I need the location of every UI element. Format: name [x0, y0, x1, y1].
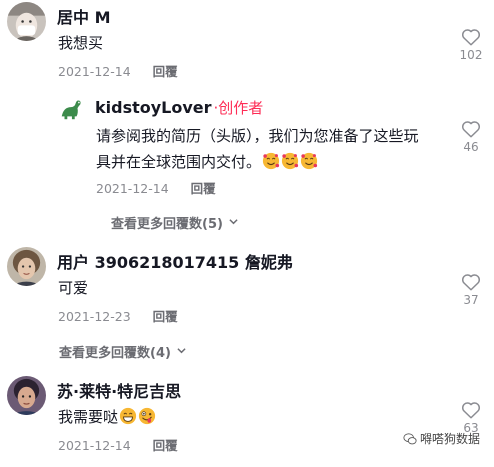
- username[interactable]: 苏·莱特·特尼吉思: [57, 378, 181, 402]
- username[interactable]: 居中 M: [57, 4, 111, 28]
- avatar[interactable]: [7, 247, 46, 286]
- reply-button[interactable]: 回覆: [153, 309, 178, 324]
- comment-meta: 2021-12-14 回覆: [96, 178, 216, 197]
- comment-meta: 2021-12-23 回覆: [58, 306, 178, 325]
- heart-icon: [461, 121, 481, 138]
- reply-button[interactable]: 回覆: [153, 64, 178, 79]
- comment-date: 2021-12-14: [96, 181, 169, 196]
- like-button[interactable]: 37: [458, 273, 484, 307]
- view-more-replies-button[interactable]: 查看更多回覆数(5): [111, 213, 238, 232]
- comment-text: 我想买: [58, 34, 104, 52]
- avatar[interactable]: [7, 376, 46, 415]
- reply-button[interactable]: 回覆: [191, 181, 216, 196]
- comment-date: 2021-12-14: [58, 438, 131, 453]
- like-count: 37: [463, 293, 479, 307]
- username[interactable]: kidstoyLover ·创作者: [95, 97, 263, 118]
- smiling-hearts-emoji: [281, 152, 299, 170]
- comment-text: 我需要哒: [58, 404, 156, 430]
- comment-meta: 2021-12-14 回覆: [58, 435, 178, 454]
- comment-meta: 2021-12-14 回覆: [58, 61, 178, 80]
- like-count: 102: [459, 48, 483, 62]
- chevron-down-icon: [177, 348, 186, 354]
- smiling-hearts-emoji: [300, 152, 318, 170]
- username[interactable]: 用户 3906218017415 詹妮弗: [57, 249, 293, 273]
- chevron-down-icon: [229, 219, 238, 225]
- reply-button[interactable]: 回覆: [153, 438, 178, 453]
- comment-date: 2021-12-23: [58, 309, 131, 324]
- heart-icon: [461, 274, 481, 291]
- comment-date: 2021-12-14: [58, 64, 131, 79]
- heart-icon: [461, 402, 481, 419]
- zany-emoji: [138, 407, 156, 425]
- smiling-hearts-emoji: [262, 152, 280, 170]
- avatar[interactable]: [7, 2, 46, 41]
- grinning-emoji: [119, 407, 137, 425]
- creator-badge: ·创作者: [213, 99, 264, 117]
- watermark: 嘚嗒狗数据: [403, 430, 480, 447]
- like-count: 46: [463, 140, 479, 154]
- like-button[interactable]: 46: [458, 120, 484, 154]
- comment-text: 请参阅我的简历（头版），我们为您准备了这些玩 具并在全球范围内交付。: [96, 127, 419, 171]
- avatar[interactable]: [58, 96, 84, 122]
- like-button[interactable]: 102: [458, 28, 484, 62]
- wechat-icon: [403, 433, 417, 445]
- comment-text: 可爱: [58, 279, 89, 297]
- view-more-replies-button[interactable]: 查看更多回覆数(4): [59, 342, 186, 361]
- heart-icon: [461, 29, 481, 46]
